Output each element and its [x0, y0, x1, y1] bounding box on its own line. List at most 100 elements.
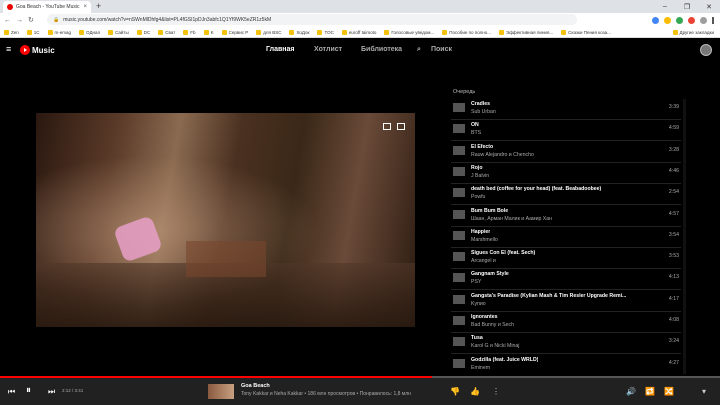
queue-item-title: Bum Bum Bole — [471, 207, 509, 214]
url-text: music.youtube.com/watch?v=nSWnMlDhfg4&li… — [63, 16, 272, 23]
queue-thumbnail — [453, 252, 465, 262]
bookmark[interactable]: K — [203, 29, 214, 35]
miniplayer-icon[interactable] — [383, 123, 391, 130]
folder-icon — [79, 29, 85, 35]
queue-item-title: ON — [471, 122, 479, 129]
queue-item[interactable]: death bed (coffee for your head) (feat. … — [451, 184, 681, 206]
maximize-button[interactable]: ❐ — [676, 0, 698, 13]
queue-thumbnail — [453, 337, 465, 347]
queue-item-title: El Efecto — [471, 143, 494, 150]
queue-item-duration: 3:24 — [668, 338, 679, 345]
bookmark[interactable]: m-emag — [47, 29, 71, 35]
like-icon[interactable]: 👍 — [470, 387, 480, 396]
tab-close-icon[interactable]: × — [83, 4, 87, 10]
folder-icon — [26, 29, 32, 35]
volume-icon[interactable]: 🔊 — [626, 387, 636, 396]
browser-tab[interactable]: Goa Beach - YouTube Music × — [3, 1, 91, 13]
track-thumbnail[interactable] — [208, 384, 234, 399]
more-options-icon[interactable]: ⋮ — [492, 387, 500, 396]
queue-item[interactable]: Bum Bum Bole Шаан, Арман Малик и Аамир Ха… — [451, 206, 681, 227]
bookmark[interactable]: для BSC — [256, 29, 281, 35]
extension-icon[interactable] — [664, 16, 671, 24]
hamburger-menu-icon[interactable]: ≡ — [6, 45, 11, 54]
expand-icon[interactable]: ▾ — [702, 387, 706, 396]
bookmark[interactable]: Сват — [158, 29, 175, 35]
folder-icon — [136, 29, 142, 35]
queue-item-duration: 4:13 — [668, 274, 679, 281]
app-header: ≡ Music Главная Хотлист Библиотека ⌕ Пои… — [0, 38, 720, 62]
shuffle-icon[interactable]: 🔀 — [664, 387, 674, 396]
close-window-button[interactable]: ✕ — [698, 0, 720, 13]
minimize-button[interactable]: – — [654, 0, 676, 13]
pause-button[interactable]: ⏸ — [26, 386, 31, 396]
nav-hotlist[interactable]: Хотлист — [314, 46, 342, 53]
repeat-icon[interactable]: 🔁 — [645, 387, 655, 396]
queue-scrollbar[interactable] — [683, 99, 686, 374]
bookmark[interactable]: Голосовые уведом... — [384, 29, 434, 35]
next-button[interactable]: ⏭ — [48, 387, 55, 396]
previous-button[interactable]: ⏮ — [8, 387, 15, 396]
bookmark[interactable]: ОДнал — [79, 29, 100, 35]
bookmark[interactable]: Сервис Р — [221, 29, 248, 35]
forward-icon[interactable]: → — [16, 17, 23, 24]
queue-item[interactable]: ON BTS 4:59 — [451, 120, 681, 142]
nav-home[interactable]: Главная — [266, 46, 294, 53]
bookmark[interactable]: TOC — [317, 29, 334, 35]
bookmark[interactable]: Zen — [4, 29, 19, 35]
queue-item[interactable]: Tusa Karol G и Nicki Minaj 3:24 — [451, 333, 681, 355]
extension-icon[interactable] — [652, 16, 659, 24]
queue-item[interactable]: Cradles Sub Urban 3:39 — [451, 99, 681, 120]
menu-kebab-icon[interactable] — [712, 16, 714, 24]
new-tab-button[interactable]: + — [96, 1, 101, 12]
queue-item[interactable]: Ignorantes Bad Bunny и Sech 4:08 — [451, 312, 681, 333]
lock-icon: 🔒 — [53, 16, 60, 23]
fullscreen-icon[interactable] — [397, 123, 405, 130]
folder-icon — [442, 29, 448, 35]
queue-thumbnail — [453, 358, 465, 368]
queue-item[interactable]: Gangnam Style PSY 4:13 — [451, 269, 681, 291]
queue-item[interactable]: El Efecto Rauw Alejandro и Chencho 3:28 — [451, 142, 681, 163]
folder-icon — [221, 29, 227, 35]
extensions-area — [652, 14, 714, 26]
queue-item[interactable]: Godzilla (feat. Juice WRLD) Eminem 4:27 — [451, 355, 681, 374]
bookmark[interactable]: Сказки Пения коза... — [561, 29, 611, 35]
bookmark[interactable]: ХоДок — [289, 29, 309, 35]
queue-item-artist: J Balvin — [471, 172, 490, 179]
bookmark[interactable]: euroff taimoto — [341, 29, 376, 35]
queue-item-duration: 4:46 — [668, 167, 679, 174]
other-bookmarks[interactable]: Другие закладки — [672, 29, 714, 35]
track-title[interactable]: Goa Beach — [241, 383, 270, 389]
time-display: 2:12 / 3:41 — [62, 388, 84, 393]
address-bar[interactable]: 🔒 music.youtube.com/watch?v=nSWnMlDhfg4&… — [47, 14, 577, 25]
avatar[interactable] — [700, 44, 712, 56]
queue-item[interactable]: Sigues Con El (feat. Sech) Arcangel и 3:53 — [451, 248, 681, 270]
profile-avatar-icon[interactable] — [700, 16, 707, 24]
dislike-icon[interactable]: 👎 — [450, 387, 460, 396]
youtube-music-logo[interactable]: Music — [20, 45, 55, 55]
bookmark[interactable]: 1C — [26, 29, 40, 35]
folder-icon — [317, 29, 323, 35]
folder-icon — [256, 29, 262, 35]
bookmark[interactable]: Эффективная линия... — [499, 29, 553, 35]
bookmark[interactable]: Сайты — [108, 29, 129, 35]
bookmarks-bar: Zen 1C m-emag ОДнал Сайты DC Сват Fb K С… — [0, 27, 720, 38]
bookmark[interactable]: DC — [136, 29, 150, 35]
reload-icon[interactable]: ↻ — [28, 16, 34, 24]
extension-icon[interactable] — [676, 16, 683, 24]
nav-library[interactable]: Библиотека — [361, 46, 402, 53]
folder-icon — [4, 29, 9, 35]
queue-thumbnail — [453, 188, 465, 198]
queue-item[interactable]: Rojo J Balvin 4:46 — [451, 163, 681, 184]
video-player[interactable] — [36, 113, 415, 327]
search-icon[interactable]: ⌕ — [417, 46, 421, 54]
queue-label: Очередь — [453, 89, 476, 95]
folder-icon — [47, 29, 53, 35]
folder-icon — [384, 29, 390, 35]
extension-icon[interactable] — [688, 16, 695, 24]
queue-item[interactable]: Gangsta's Paradise (Kylian Mash & Tim Re… — [451, 291, 681, 312]
bookmark[interactable]: Пособие по полно... — [442, 29, 491, 35]
queue-item[interactable]: Happier Marshmello 3:54 — [451, 227, 681, 248]
nav-search[interactable]: Поиск — [431, 46, 452, 53]
bookmark[interactable]: Fb — [183, 29, 196, 35]
back-icon[interactable]: ← — [4, 17, 11, 24]
